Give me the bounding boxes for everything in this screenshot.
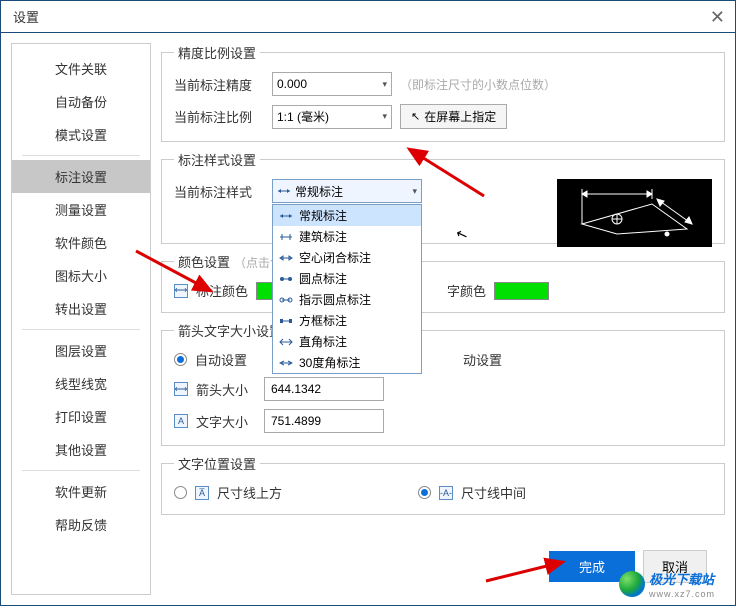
- sidebar-item-measure[interactable]: 测量设置: [12, 193, 150, 226]
- textpos-legend: 文字位置设置: [174, 454, 260, 473]
- sidebar-separator: [22, 329, 140, 330]
- arrow-style-icon: [279, 211, 293, 221]
- arrow-style-icon: [279, 253, 293, 263]
- above-radio[interactable]: [174, 486, 187, 499]
- sidebar-item-update[interactable]: 软件更新: [12, 475, 150, 508]
- sidebar-item-print[interactable]: 打印设置: [12, 400, 150, 433]
- arrow-size-label: 箭头大小: [196, 380, 256, 399]
- precision-legend: 精度比例设置: [174, 43, 260, 62]
- precision-group: 精度比例设置 当前标注精度 0.000▾ （即标注尺寸的小数点位数） 当前标注比…: [161, 43, 725, 142]
- watermark-icon: [619, 571, 645, 597]
- above-line-icon: A̅: [195, 486, 209, 500]
- sidebar-item-colors[interactable]: 软件颜色: [12, 226, 150, 259]
- arrow-style-icon: [279, 337, 293, 347]
- auto-radio[interactable]: [174, 353, 187, 366]
- watermark-text: 极光下载站: [649, 572, 714, 587]
- sidebar-separator: [22, 470, 140, 471]
- cursor-icon: ↖: [411, 110, 420, 123]
- scale-label: 当前标注比例: [174, 107, 264, 126]
- precision-select[interactable]: 0.000▾: [272, 72, 392, 96]
- mark-color-label: 标注颜色: [196, 281, 248, 300]
- sidebar-item-auto-backup[interactable]: 自动备份: [12, 85, 150, 118]
- arrow-style-icon: [279, 358, 293, 368]
- main: 文件关联 自动备份 模式设置 标注设置 测量设置 软件颜色 图标大小 转出设置 …: [1, 33, 735, 605]
- sidebar-item-icon-size[interactable]: 图标大小: [12, 259, 150, 292]
- window-title: 设置: [13, 7, 39, 26]
- style-group: 标注样式设置 当前标注样式 常规标注: [161, 150, 725, 244]
- auto-label: 自动设置: [195, 350, 247, 369]
- dropdown-item[interactable]: 直角标注: [273, 331, 421, 352]
- sidebar-item-feedback[interactable]: 帮助反馈: [12, 508, 150, 541]
- content: 精度比例设置 当前标注精度 0.000▾ （即标注尺寸的小数点位数） 当前标注比…: [161, 43, 725, 595]
- text-size-label: 文字大小: [196, 412, 256, 431]
- manual-label: 动设置: [463, 350, 502, 369]
- font-color-swatch[interactable]: [494, 282, 549, 300]
- sidebar-item-annotation[interactable]: 标注设置: [12, 160, 150, 193]
- dropdown-item[interactable]: 常规标注: [273, 205, 421, 226]
- arrow-style-icon: [279, 295, 293, 305]
- sidebar-item-export[interactable]: 转出设置: [12, 292, 150, 325]
- arrow-style-icon: [277, 186, 291, 196]
- color-legend: 颜色设置（点击色: [174, 252, 286, 271]
- style-legend: 标注样式设置: [174, 150, 260, 169]
- sidebar-item-linetype[interactable]: 线型线宽: [12, 367, 150, 400]
- current-style-label: 当前标注样式: [174, 182, 264, 201]
- dropdown-item[interactable]: 方框标注: [273, 310, 421, 331]
- dropdown-item[interactable]: 建筑标注: [273, 226, 421, 247]
- arrow-size-legend: 箭头文字大小设置: [174, 321, 286, 340]
- chevron-down-icon: ▾: [382, 79, 387, 90]
- precision-hint: （即标注尺寸的小数点位数）: [400, 76, 556, 93]
- close-icon[interactable]: ✕: [710, 7, 725, 28]
- font-color-label: 字颜色: [447, 281, 486, 300]
- dropdown-item[interactable]: 空心闭合标注: [273, 247, 421, 268]
- arrow-style-icon: [279, 316, 293, 326]
- middle-label: 尺寸线中间: [461, 483, 526, 502]
- arrow-size-group: 箭头文字大小设置 自动设置 动设置 ⟷ 箭头大小 A 文字大小: [161, 321, 725, 446]
- sidebar: 文件关联 自动备份 模式设置 标注设置 测量设置 软件颜色 图标大小 转出设置 …: [11, 43, 151, 595]
- chevron-down-icon: ▾: [382, 111, 387, 122]
- style-select[interactable]: 常规标注 ▾ 常规标注 建筑标注 空心闭合标注 圆点标注 指示圆点标注 方框标注…: [272, 179, 422, 203]
- arrow-style-icon: [279, 232, 293, 242]
- dim-color-icon: ⟷: [174, 284, 188, 298]
- style-dropdown: 常规标注 建筑标注 空心闭合标注 圆点标注 指示圆点标注 方框标注 直角标注 3…: [272, 204, 422, 374]
- arrow-style-icon: [279, 274, 293, 284]
- titlebar: 设置 ✕: [1, 1, 735, 33]
- screen-pick-button[interactable]: ↖在屏幕上指定: [400, 104, 507, 129]
- middle-line-icon: -A-: [439, 486, 453, 500]
- above-label: 尺寸线上方: [217, 483, 282, 502]
- watermark-sub: www.xz7.com: [649, 589, 715, 599]
- color-group: 颜色设置（点击色 ⟷ 标注颜色 字颜色: [161, 252, 725, 313]
- text-size-icon: A: [174, 414, 188, 428]
- sidebar-separator: [22, 155, 140, 156]
- sidebar-item-file-assoc[interactable]: 文件关联: [12, 52, 150, 85]
- arrow-size-icon: ⟷: [174, 382, 188, 396]
- sidebar-item-layers[interactable]: 图层设置: [12, 334, 150, 367]
- style-preview: [557, 179, 712, 247]
- dropdown-item[interactable]: 指示圆点标注: [273, 289, 421, 310]
- middle-radio[interactable]: [418, 486, 431, 499]
- precision-label: 当前标注精度: [174, 75, 264, 94]
- sidebar-item-mode[interactable]: 模式设置: [12, 118, 150, 151]
- chevron-down-icon: ▾: [412, 186, 417, 197]
- scale-select[interactable]: 1:1 (毫米)▾: [272, 105, 392, 129]
- text-size-input[interactable]: [264, 409, 384, 433]
- watermark: 极光下载站 www.xz7.com: [619, 569, 715, 599]
- dropdown-item[interactable]: 圆点标注: [273, 268, 421, 289]
- dropdown-item[interactable]: 30度角标注: [273, 352, 421, 373]
- textpos-group: 文字位置设置 A̅ 尺寸线上方 -A- 尺寸线中间: [161, 454, 725, 515]
- arrow-size-input[interactable]: [264, 377, 384, 401]
- sidebar-item-other[interactable]: 其他设置: [12, 433, 150, 466]
